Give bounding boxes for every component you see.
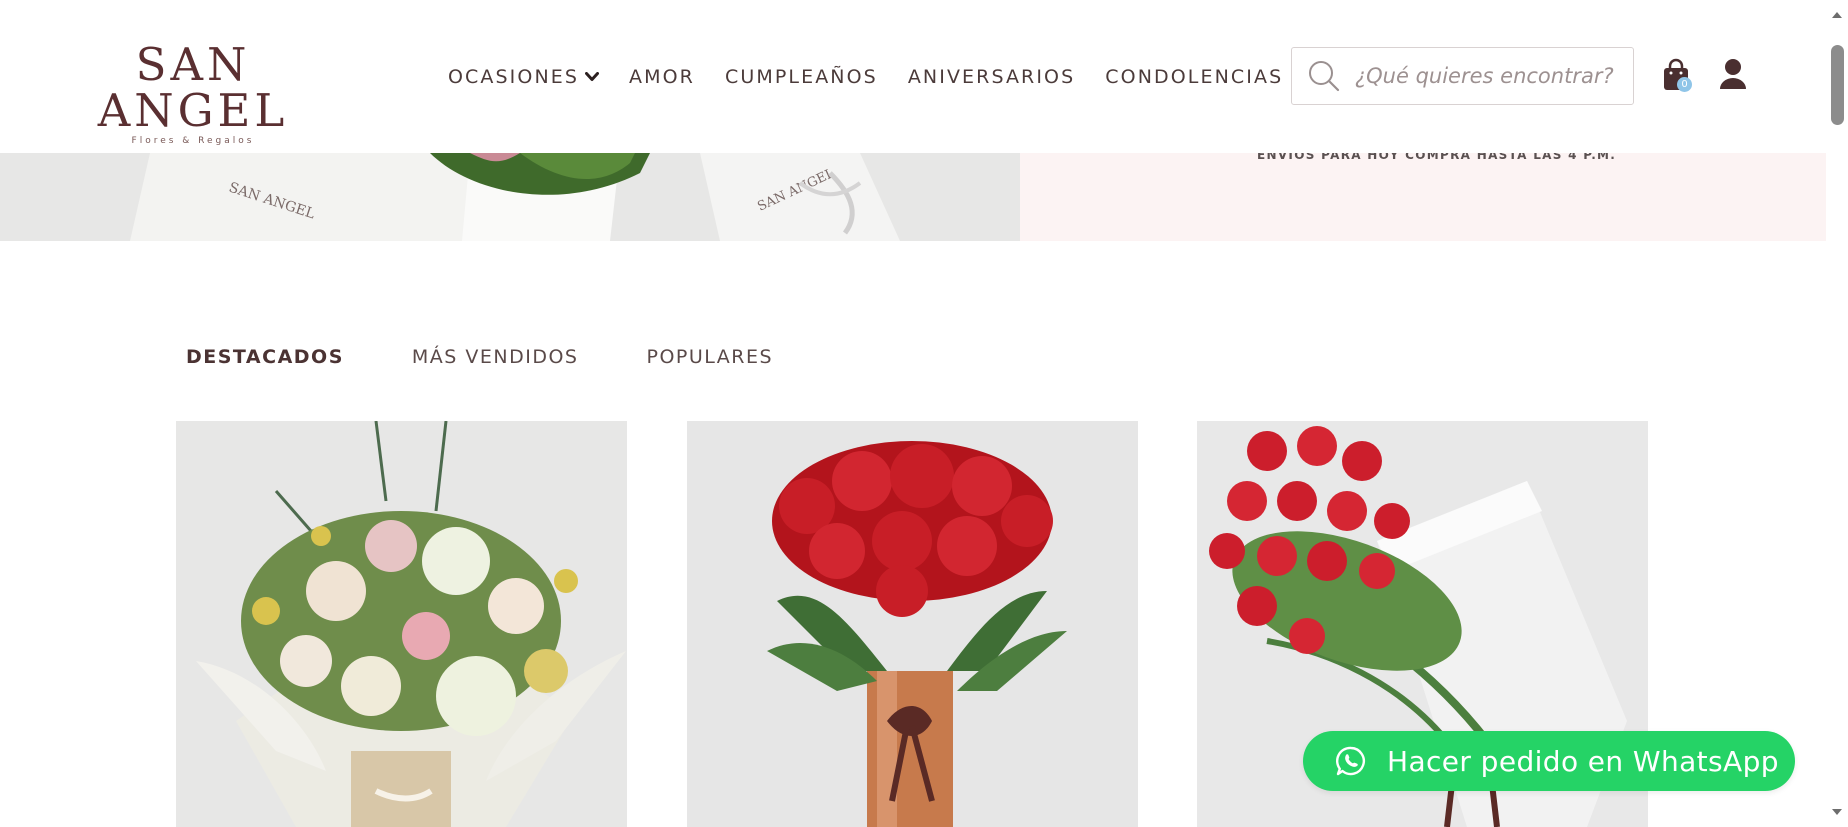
logo-title: SAN ANGEL [97, 38, 289, 137]
search-input[interactable] [1353, 63, 1617, 89]
chevron-down-icon [585, 72, 600, 82]
scroll-down-arrow-icon[interactable] [1831, 803, 1843, 815]
search-box [1291, 47, 1634, 105]
tab-destacados[interactable]: DESTACADOS [186, 346, 344, 368]
mixed-flower-bouquet-image [176, 421, 627, 827]
product-card[interactable] [687, 421, 1138, 827]
nav-item-label: CONDOLENCIAS [1105, 66, 1284, 88]
nav-item-label: CUMPLEAÑOS [724, 66, 878, 88]
cart-button[interactable]: 0 [1661, 58, 1692, 92]
nav-item-cumpleanos[interactable]: CUMPLEAÑOS [725, 66, 878, 88]
tab-mas-vendidos[interactable]: MÁS VENDIDOS [412, 346, 579, 368]
main-nav: OCASIONES AMOR CUMPLEAÑOS ANIVERSARIOS C… [448, 64, 1313, 90]
product-tabs: DESTACADOS MÁS VENDIDOS POPULARES [186, 346, 841, 368]
search-icon[interactable] [1307, 59, 1341, 93]
nav-item-condolencias[interactable]: CONDOLENCIAS [1105, 66, 1283, 88]
hero-banner-image: SAN ANGEL SAN ANGEL [0, 153, 1020, 241]
red-roses-copper-vase-image [687, 421, 1138, 827]
nav-item-aniversarios[interactable]: ANIVERSARIOS [908, 66, 1075, 88]
product-card[interactable] [176, 421, 627, 827]
user-icon [1718, 59, 1748, 94]
whatsapp-button-label: Hacer pedido en WhatsApp [1387, 744, 1779, 778]
scroll-up-arrow-icon[interactable] [1831, 6, 1843, 18]
nav-item-label: OCASIONES [448, 66, 580, 88]
nav-item-ocasiones[interactable]: OCASIONES [448, 66, 600, 88]
account-button[interactable] [1718, 58, 1748, 90]
logo-subtitle: Flores & Regalos [131, 136, 255, 146]
site-logo[interactable]: SAN ANGEL Flores & Regalos [68, 38, 318, 147]
nav-item-label: AMOR [629, 66, 695, 88]
whatsapp-icon [1335, 745, 1367, 777]
site-header: SAN ANGEL Flores & Regalos OCASIONES AMO… [0, 0, 1826, 153]
nav-item-label: ANIVERSARIOS [907, 66, 1076, 88]
cart-count-badge: 0 [1677, 77, 1692, 92]
tab-populares[interactable]: POPULARES [646, 346, 773, 368]
scrollbar-thumb[interactable] [1831, 45, 1844, 125]
hero-banner-panel [1020, 153, 1826, 241]
page-scrollbar[interactable] [1826, 0, 1848, 827]
nav-item-amor[interactable]: AMOR [629, 66, 695, 88]
whatsapp-order-button[interactable]: Hacer pedido en WhatsApp [1303, 731, 1795, 791]
